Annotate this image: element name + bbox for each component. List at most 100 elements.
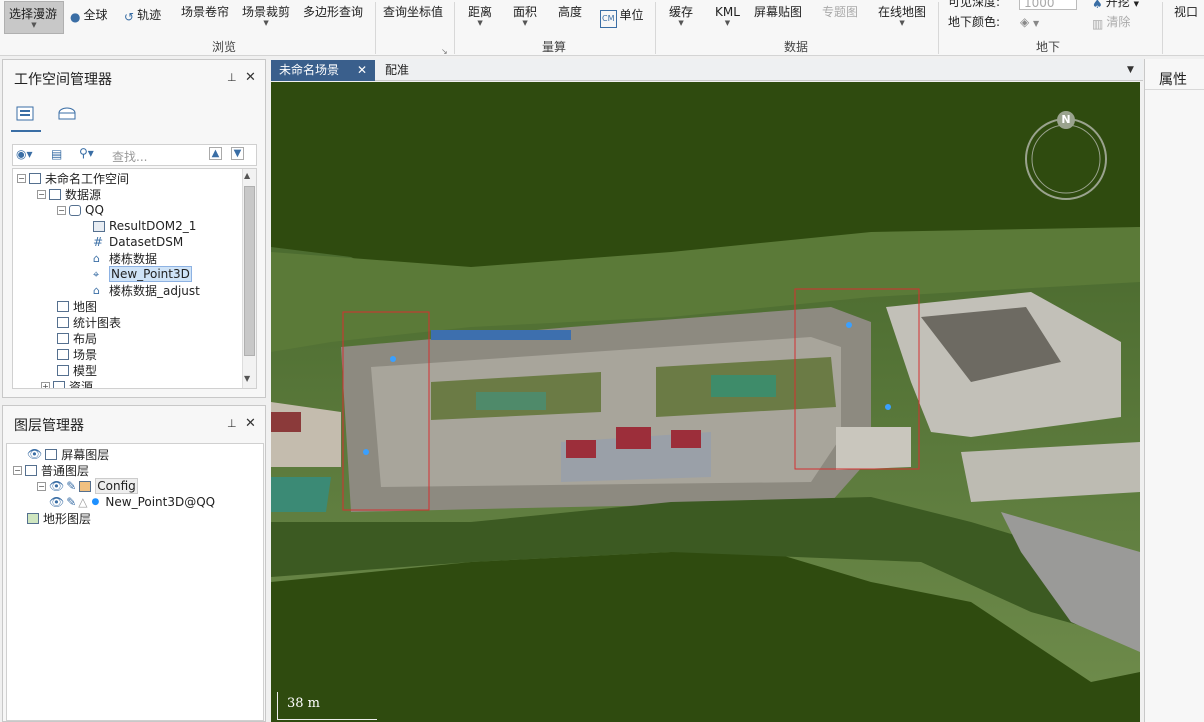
scale-bar: 38 m (277, 692, 377, 720)
excavate-button[interactable]: ♠ 开挖 ▼ (1092, 0, 1139, 12)
properties-title: 属性 (1159, 72, 1187, 88)
dataset-label: DatasetDSM (109, 235, 184, 249)
tree-node-dataset[interactable]: ⌂ 楼栋数据_adjust (93, 282, 200, 298)
tree-node-dataset[interactable]: # DatasetDSM (93, 234, 183, 250)
scroll-down-icon[interactable]: ▼ (244, 374, 250, 383)
paint-bucket-icon[interactable]: ◈ ▼ (1020, 14, 1039, 32)
online-map-button[interactable]: 在线地图 ▼ (878, 4, 926, 27)
area-button[interactable]: 面积 ▼ (513, 4, 537, 27)
find-down-icon[interactable]: ▼ (231, 147, 244, 160)
layer-tree: 👁 屏幕图层 − 普通图层 − 👁 ✎ Config 👁 ✎ △ ● New_Point3D@QQ… (6, 443, 264, 721)
tab-workspace-tree[interactable] (11, 98, 41, 132)
scene-viewport[interactable]: N 38 m (271, 82, 1140, 722)
eye-icon[interactable]: 👁 (49, 479, 64, 493)
open-file-icon[interactable]: ▤ (51, 147, 62, 161)
tab-registration-label: 配准 (385, 63, 410, 77)
tree-node-dataset-selected[interactable]: ⌖ New_Point3D (93, 266, 192, 282)
layer-normal[interactable]: − 普通图层 (13, 462, 89, 478)
resources-icon (53, 380, 65, 388)
divider (1162, 2, 1163, 54)
close-icon[interactable]: ✕ (245, 70, 256, 85)
tree-node-resources[interactable]: + 资源 (41, 378, 94, 389)
tree-node-models[interactable]: 模型 (57, 362, 97, 378)
tree-node-maps[interactable]: 地图 (57, 298, 97, 314)
scene-clip-button[interactable]: 场景裁剪 ▼ (242, 4, 291, 27)
close-icon[interactable]: ✕ (357, 60, 367, 81)
tree-node-dataset[interactable]: ⌂ 楼栋数据 (93, 250, 157, 266)
search-input[interactable]: 查找... (112, 148, 147, 165)
pin-icon[interactable]: ✎ (66, 479, 76, 493)
visible-depth-input[interactable]: 1000 (1019, 0, 1077, 10)
resources-label: 资源 (69, 379, 94, 389)
layer-terrain[interactable]: 地形图层 (27, 510, 91, 526)
tree-node-scenes[interactable]: 场景 (57, 346, 97, 362)
scene-roll-label: 场景卷帘 (181, 5, 230, 19)
search-icon[interactable]: ⚲▾ (79, 146, 94, 160)
data-group-label: 数据 (784, 40, 809, 54)
workspace-tree: − 未命名工作空间 − 数据源 − QQ ResultDOM2_1 # DatasetD… (12, 168, 257, 389)
viewport-button[interactable]: 视口 (1174, 4, 1198, 20)
eye-icon[interactable]: 👁 (27, 447, 42, 461)
scroll-up-icon[interactable]: ▲ (244, 171, 250, 180)
eye-icon[interactable]: 👁 (49, 495, 64, 509)
distance-label: 距离 (468, 5, 493, 19)
scene-clip-label: 场景裁剪 (242, 5, 291, 19)
globe-button[interactable]: ● 全球 (70, 7, 108, 25)
cache-button[interactable]: 缓存 ▼ (669, 4, 693, 27)
compass-control[interactable]: N (1023, 111, 1109, 202)
dataset-label: 楼栋数据_adjust (109, 283, 200, 298)
pin-icon[interactable]: ✎ (66, 495, 76, 509)
divider (655, 2, 656, 54)
aerial-scene-image (271, 82, 1140, 722)
divider (938, 2, 939, 54)
tree-node-workspace[interactable]: − 未命名工作空间 (17, 170, 129, 186)
normal-layer-label: 普通图层 (41, 463, 90, 478)
tree-node-layouts[interactable]: 布局 (57, 330, 97, 346)
unit-button[interactable]: CM 单位 (600, 7, 644, 28)
height-button[interactable]: 高度 (558, 4, 582, 20)
distance-button[interactable]: 距离 ▼ (468, 4, 493, 27)
layer-point[interactable]: 👁 ✎ △ ● New_Point3D@QQ (49, 494, 215, 510)
datasource-icon (49, 188, 61, 200)
tab-registration[interactable]: 配准 (377, 60, 417, 81)
tab-cloud-datasource[interactable] (51, 98, 81, 132)
pin-icon[interactable]: ⊥ (227, 71, 237, 84)
screen-map-label: 屏幕贴图 (754, 5, 803, 19)
dialog-launcher-icon[interactable]: ↘ (441, 44, 448, 60)
style-icon[interactable]: △ (78, 495, 87, 509)
query-coords-button[interactable]: 查询坐标值 (383, 4, 443, 20)
layer-config[interactable]: − 👁 ✎ Config (37, 478, 138, 494)
select-roam-button[interactable]: 选择漫游 ▼ (4, 1, 64, 34)
layer-screen[interactable]: 👁 屏幕图层 (27, 446, 109, 462)
globe-label: 全球 (83, 8, 108, 22)
scrollbar-thumb[interactable] (244, 186, 255, 356)
pin-icon[interactable]: ⊥ (227, 417, 237, 430)
clear-button[interactable]: ▥ 清除 (1092, 14, 1130, 32)
close-icon[interactable]: ✕ (245, 416, 256, 431)
thematic-map-button[interactable]: 专题图 (822, 4, 858, 20)
tree-node-charts[interactable]: 统计图表 (57, 314, 121, 330)
view-options-icon[interactable]: ◉▾ (16, 147, 33, 161)
database-icon (69, 204, 81, 216)
kml-button[interactable]: KML ▼ (715, 4, 740, 27)
layer-manager-title: 图层管理器 (14, 418, 84, 434)
scene-roll-button[interactable]: 场景卷帘 (181, 4, 229, 20)
divider (375, 2, 376, 54)
divider (454, 2, 455, 54)
find-up-icon[interactable]: ▲ (209, 147, 222, 160)
config-layer-icon (79, 480, 92, 492)
tab-scene[interactable]: 未命名场景 ✕ (271, 60, 375, 81)
excavate-label: 开挖 (1105, 0, 1130, 9)
polygon-query-button[interactable]: 多边形查询 (303, 4, 363, 20)
tree-node-qq[interactable]: − QQ (57, 202, 104, 218)
thematic-map-label: 专题图 (822, 5, 859, 19)
region-dataset-icon: ⌂ (93, 252, 105, 264)
workspace-manager-title: 工作空间管理器 (14, 72, 112, 88)
scrollbar[interactable]: ▲ ▼ (242, 169, 256, 388)
tree-node-datasources[interactable]: − 数据源 (37, 186, 101, 202)
screen-map-button[interactable]: 屏幕贴图 (754, 4, 802, 20)
tab-list-dropdown-icon[interactable]: ▼ (1119, 60, 1142, 81)
orbit-button[interactable]: ↺ 轨迹 (124, 7, 161, 25)
tree-node-dataset[interactable]: ResultDOM2_1 (93, 218, 196, 234)
unit-icon: CM (600, 10, 617, 28)
